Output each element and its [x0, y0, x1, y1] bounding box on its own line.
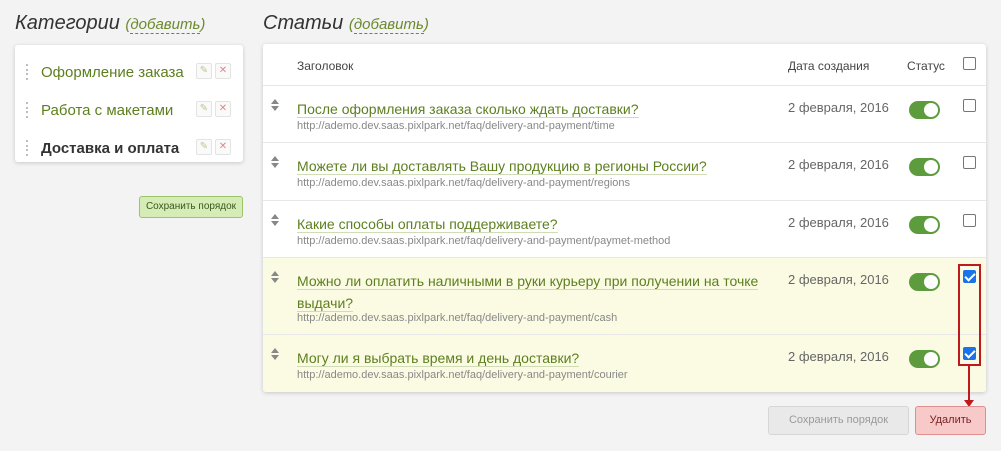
drag-handle-icon[interactable] [25, 102, 29, 118]
row-checkbox[interactable] [963, 99, 976, 112]
articles-title: Статьи [263, 12, 344, 34]
select-all-checkbox[interactable] [963, 57, 976, 70]
column-date-header: Дата создания [788, 59, 870, 73]
column-title-header: Заголовок [297, 59, 354, 73]
edit-icon[interactable]: ✎ [196, 63, 212, 79]
article-url: http://ademo.dev.saas.pixlpark.net/faq/d… [297, 312, 618, 324]
article-url: http://ademo.dev.saas.pixlpark.net/faq/d… [297, 177, 631, 189]
category-label[interactable]: Оформление заказа [41, 64, 184, 81]
status-toggle[interactable] [909, 273, 940, 291]
add-category-link[interactable]: добавить [130, 16, 201, 34]
article-title-link[interactable]: После оформления заказа сколько ждать до… [297, 98, 639, 120]
row-checkbox[interactable] [963, 214, 976, 227]
categories-title: Категории [15, 12, 120, 34]
close-icon[interactable]: ✕ [215, 63, 231, 79]
sort-handle-icon[interactable] [270, 271, 280, 285]
table-row-selected[interactable]: Могу ли я выбрать время и день доставки?… [263, 335, 986, 392]
save-article-order-button[interactable]: Сохранить порядок [768, 406, 909, 435]
status-toggle[interactable] [909, 216, 940, 234]
category-label[interactable]: Работа с макетами [41, 102, 173, 119]
add-article-link[interactable]: добавить [353, 16, 424, 34]
close-icon[interactable]: ✕ [215, 139, 231, 155]
table-row[interactable]: Какие способы оплаты поддерживаете? http… [263, 201, 986, 258]
delete-button[interactable]: Удалить [915, 406, 986, 435]
edit-icon[interactable]: ✎ [196, 101, 212, 117]
articles-table: Заголовок Дата создания Статус После офо… [263, 44, 986, 392]
category-label[interactable]: Доставка и оплата [41, 140, 179, 157]
article-date: 2 февраля, 2016 [788, 349, 889, 364]
category-item[interactable]: Оформление заказа ✎ ✕ [15, 53, 243, 91]
column-status-header: Статус [907, 59, 945, 73]
sort-handle-icon[interactable] [270, 214, 280, 228]
article-url: http://ademo.dev.saas.pixlpark.net/faq/d… [297, 235, 671, 247]
status-toggle[interactable] [909, 158, 940, 176]
sort-handle-icon[interactable] [270, 156, 280, 170]
category-item-active[interactable]: Доставка и оплата ✎ ✕ [15, 129, 243, 167]
drag-handle-icon[interactable] [25, 140, 29, 156]
article-date: 2 февраля, 2016 [788, 100, 889, 115]
sort-handle-icon[interactable] [270, 99, 280, 113]
sort-handle-icon[interactable] [270, 348, 280, 362]
table-row-selected[interactable]: Можно ли оплатить наличными в руки курье… [263, 258, 986, 335]
status-toggle[interactable] [909, 101, 940, 119]
article-date: 2 февраля, 2016 [788, 215, 889, 230]
article-title-link[interactable]: Могу ли я выбрать время и день доставки? [297, 347, 580, 369]
close-icon[interactable]: ✕ [215, 101, 231, 117]
article-title-link[interactable]: Какие способы оплаты поддерживаете? [297, 213, 558, 235]
annotation-arrow-line [968, 366, 970, 401]
annotation-highlight-box [958, 264, 981, 366]
drag-handle-icon[interactable] [25, 64, 29, 80]
articles-heading: Статьи (добавить) [263, 12, 429, 34]
table-header: Заголовок Дата создания Статус [263, 44, 986, 86]
article-title-link[interactable]: Можете ли вы доставлять Вашу продукцию в… [297, 155, 707, 177]
categories-heading: Категории (добавить) [15, 12, 206, 34]
categories-list: Оформление заказа ✎ ✕ Работа с макетами … [15, 45, 243, 162]
article-url: http://ademo.dev.saas.pixlpark.net/faq/d… [297, 120, 615, 132]
table-row[interactable]: Можете ли вы доставлять Вашу продукцию в… [263, 143, 986, 201]
edit-icon[interactable]: ✎ [196, 139, 212, 155]
article-date: 2 февраля, 2016 [788, 272, 889, 287]
article-url: http://ademo.dev.saas.pixlpark.net/faq/d… [297, 369, 628, 381]
article-title-link[interactable]: Можно ли оплатить наличными в руки курье… [297, 270, 777, 314]
category-item[interactable]: Работа с макетами ✎ ✕ [15, 91, 243, 129]
table-row[interactable]: После оформления заказа сколько ждать до… [263, 86, 986, 143]
row-checkbox[interactable] [963, 156, 976, 169]
article-date: 2 февраля, 2016 [788, 157, 889, 172]
status-toggle[interactable] [909, 350, 940, 368]
save-category-order-button[interactable]: Сохранить порядок [139, 196, 243, 218]
